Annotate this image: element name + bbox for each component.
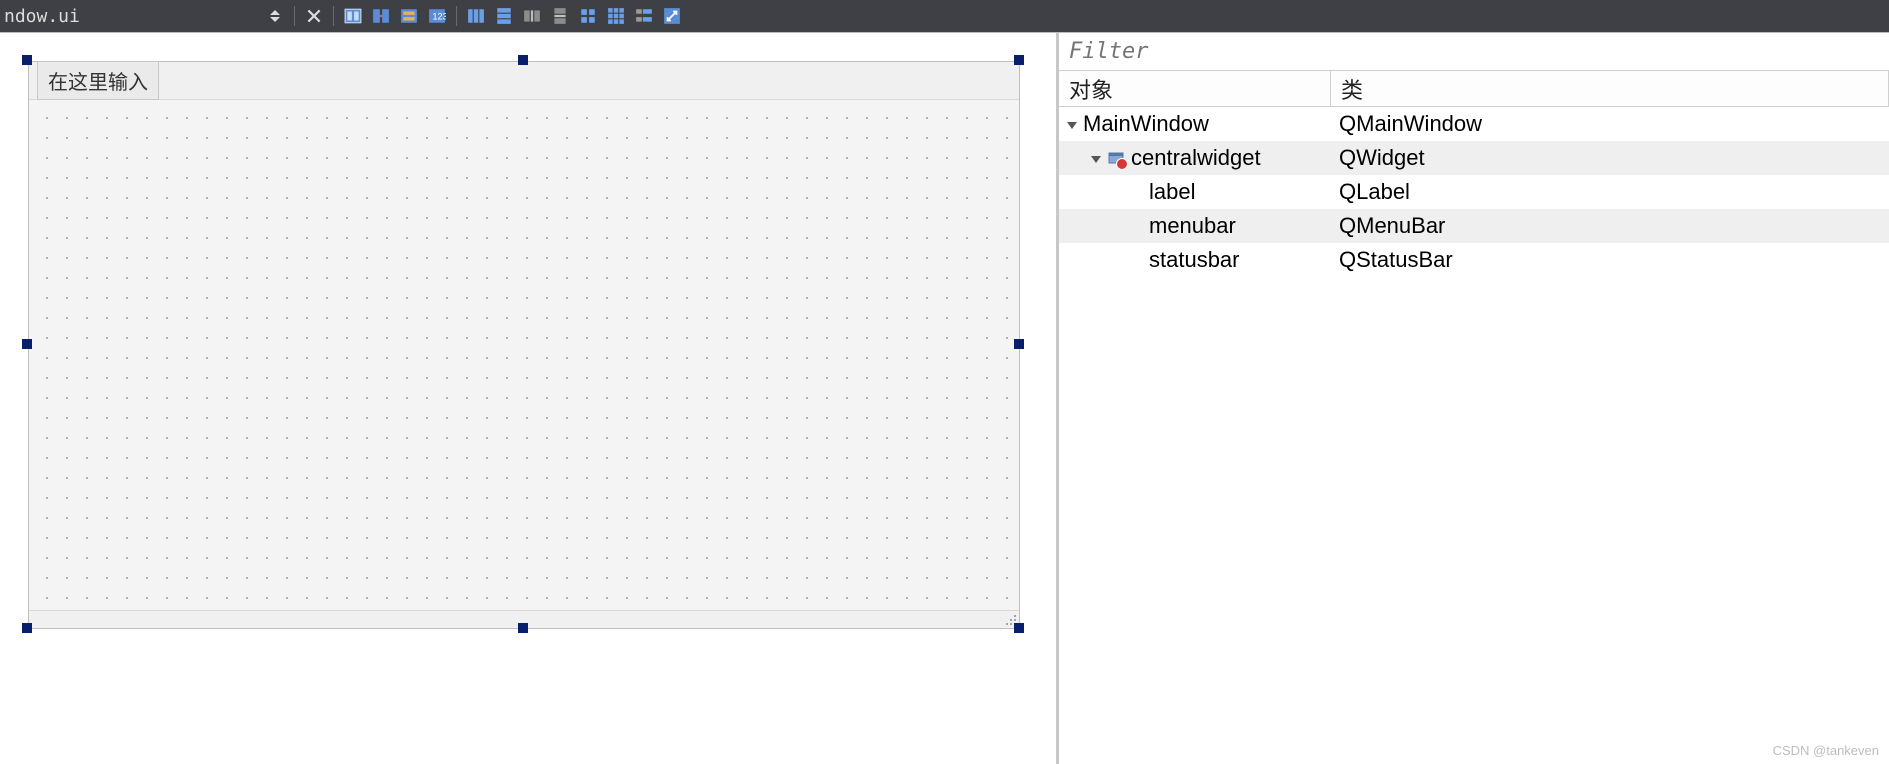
close-icon[interactable] — [301, 3, 327, 29]
layout-form2-icon[interactable] — [631, 3, 657, 29]
toolbar-separator — [456, 6, 457, 26]
column-class[interactable]: 类 — [1331, 71, 1889, 106]
toolbar-separator — [333, 6, 334, 26]
tree-body[interactable]: MainWindow QMainWindow centralwidget QWidge… — [1059, 107, 1889, 764]
main-area: 在这里输入 对象 类 MainWindow QMainWindow centralw… — [0, 32, 1889, 764]
object-name: statusbar — [1149, 247, 1240, 273]
selection-handle[interactable] — [22, 55, 32, 65]
form-menubar[interactable]: 在这里输入 — [29, 62, 1019, 100]
tree-header: 对象 类 — [1059, 71, 1889, 107]
selection-handle[interactable] — [1014, 55, 1024, 65]
expander-icon[interactable] — [1091, 156, 1101, 163]
selection-handle[interactable] — [1014, 339, 1024, 349]
selection-handle[interactable] — [22, 339, 32, 349]
file-name-label: ndow.ui — [4, 6, 260, 27]
object-class: QLabel — [1331, 179, 1889, 205]
selection-handle[interactable] — [518, 623, 528, 633]
layout-grid-icon[interactable]: 123 — [424, 3, 450, 29]
tree-row[interactable]: MainWindow QMainWindow — [1059, 107, 1889, 141]
layout-break-icon[interactable] — [368, 3, 394, 29]
watermark: CSDN @tankeven — [1773, 743, 1879, 758]
layout-grid2-icon[interactable] — [575, 3, 601, 29]
adjust-size-icon[interactable] — [659, 3, 685, 29]
tree-row[interactable]: menubar QMenuBar — [1059, 209, 1889, 243]
object-class: QWidget — [1331, 145, 1889, 171]
object-class: QStatusBar — [1331, 247, 1889, 273]
selection-handle[interactable] — [518, 55, 528, 65]
object-name: menubar — [1149, 213, 1236, 239]
widget-nolayout-icon — [1107, 149, 1125, 167]
layout-horizontal-icon[interactable] — [340, 3, 366, 29]
menu-type-here[interactable]: 在这里输入 — [37, 61, 159, 100]
top-toolbar: ndow.ui 123 — [0, 0, 1889, 32]
layout-vsplit-icon[interactable] — [547, 3, 573, 29]
svg-text:123: 123 — [432, 11, 446, 21]
tree-row[interactable]: label QLabel — [1059, 175, 1889, 209]
tree-row[interactable]: statusbar QStatusBar — [1059, 243, 1889, 277]
layout-form-icon[interactable] — [396, 3, 422, 29]
column-object[interactable]: 对象 — [1059, 71, 1331, 106]
expander-icon[interactable] — [1067, 122, 1077, 129]
updown-icon[interactable] — [262, 3, 288, 29]
selection-handle[interactable] — [22, 623, 32, 633]
object-class: QMainWindow — [1331, 111, 1889, 137]
toolbar-separator — [294, 6, 295, 26]
designer-canvas[interactable]: 在这里输入 — [0, 33, 1058, 764]
form-central-area[interactable] — [29, 100, 1019, 610]
layout-hsplit-icon[interactable] — [519, 3, 545, 29]
object-name: centralwidget — [1131, 145, 1261, 171]
form-mainwindow[interactable]: 在这里输入 — [28, 61, 1020, 629]
tree-row[interactable]: centralwidget QWidget — [1059, 141, 1889, 175]
object-class: QMenuBar — [1331, 213, 1889, 239]
layout-hbox-icon[interactable] — [463, 3, 489, 29]
object-name: MainWindow — [1083, 111, 1209, 137]
object-name: label — [1149, 179, 1195, 205]
filter-input[interactable] — [1059, 33, 1889, 71]
selection-handle[interactable] — [1014, 623, 1024, 633]
layout-vbox-icon[interactable] — [491, 3, 517, 29]
layout-grid3-icon[interactable] — [603, 3, 629, 29]
object-inspector: 对象 类 MainWindow QMainWindow centralwidget Q… — [1058, 33, 1889, 764]
